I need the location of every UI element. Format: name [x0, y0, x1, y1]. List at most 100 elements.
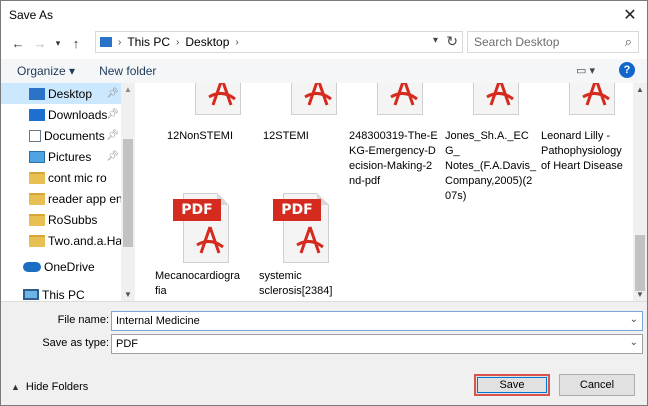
sidebar-item-this-pc[interactable]: This PC [1, 284, 121, 301]
navigation-pane: Desktop 📌︎ Downloads 📌︎ Documents 📌︎ Pic… [1, 83, 135, 301]
sidebar-item-cont-mic-ro[interactable]: cont mic ro [1, 167, 121, 188]
file-name-label: 12STEMI [263, 130, 309, 142]
pdf-badge: PDF [173, 199, 221, 221]
sidebar-item-downloads[interactable]: Downloads 📌︎ [1, 104, 121, 125]
close-icon[interactable]: ✕ [613, 1, 647, 29]
file-name-label: Jones_Sh.A._ECG_ Notes_(F.A.Davis_ Company… [445, 130, 537, 202]
sidebar-item-label: Documents [44, 128, 105, 143]
save-type-row: Save as type: PDF ⌄ [1, 334, 647, 354]
refresh-icon[interactable]: ↻ [446, 33, 458, 50]
file-name-label: Mecanocardiogra fia [155, 270, 240, 297]
sidebar-item-reader-app-en[interactable]: reader app en [1, 188, 121, 209]
search-placeholder: Search Desktop [474, 35, 560, 49]
sidebar-item-desktop[interactable]: Desktop 📌︎ [1, 83, 121, 104]
file-name-field[interactable]: Internal Medicine ⌄ [111, 311, 643, 331]
sidebar-item-label: This PC [42, 287, 85, 302]
scroll-up-icon[interactable]: ▲ [124, 85, 132, 94]
onedrive-icon [23, 261, 41, 272]
save-type-label: Save as type: [42, 337, 109, 349]
up-arrow-icon[interactable]: ↑ [65, 32, 87, 54]
folder-icon [29, 234, 45, 247]
pin-icon[interactable]: 📌︎ [106, 151, 119, 162]
pdf-file-icon [167, 83, 259, 115]
hide-folders-button[interactable]: ▲ Hide Folders [11, 381, 88, 393]
sidebar-item-rosubbs[interactable]: RoSubbs [1, 209, 121, 230]
documents-icon [29, 129, 41, 142]
chevron-right-icon[interactable]: › [235, 37, 238, 48]
file-name-label: File name: [57, 314, 109, 326]
pdf-file-icon [445, 83, 537, 115]
scrollbar-thumb[interactable] [635, 235, 645, 291]
cancel-button[interactable]: Cancel [559, 374, 635, 396]
breadcrumb-this-pc[interactable]: This PC [127, 35, 170, 49]
scrollbar-thumb[interactable] [123, 139, 133, 247]
chevron-right-icon: › [118, 36, 122, 48]
back-arrow-icon[interactable]: ← [7, 32, 29, 54]
sidebar-item-two-and-a-half[interactable]: Two.and.a.Half.M [1, 230, 121, 251]
organize-button[interactable]: Organize ▾ [17, 64, 75, 78]
search-icon[interactable]: ⌕ [625, 34, 632, 50]
sidebar-item-label: OneDrive [44, 259, 95, 274]
this-pc-icon [23, 289, 39, 300]
file-name-label: Leonard Lilly - Pathophysiology of Heart D… [541, 130, 623, 172]
pdf-file-icon: PDF [155, 193, 247, 263]
window-title: Save As [9, 8, 54, 22]
file-list-scrollbar[interactable]: ▲ ▼ [633, 83, 647, 301]
scroll-down-icon[interactable]: ▼ [636, 290, 644, 299]
pdf-file-icon: PDF [255, 193, 347, 263]
sidebar-item-label: Pictures [48, 149, 92, 164]
chevron-down-icon[interactable]: ⌄ [630, 314, 638, 325]
forward-arrow-icon[interactable]: → [29, 32, 51, 54]
file-name-value: Internal Medicine [116, 315, 200, 327]
title-bar: Save As ✕ [1, 1, 647, 29]
file-name-label: 248300319-The-E KG-Emergency-D ecision-Mak… [349, 130, 438, 187]
breadcrumb-desktop[interactable]: Desktop [185, 35, 229, 49]
save-options-panel: File name: Internal Medicine ⌄ Save as t… [1, 301, 647, 405]
pin-icon[interactable]: 📌︎ [106, 88, 119, 99]
save-as-dialog: Save As ✕ ← → ▾ ↑ › This PC › Desktop › … [0, 0, 648, 406]
pdf-file-icon [349, 83, 441, 115]
command-bar: Organize ▾ New folder ▭ ▾ ? [1, 59, 647, 83]
chevron-right-icon: › [176, 36, 180, 48]
save-button[interactable]: Save [474, 374, 550, 396]
file-name-label: systemic sclerosis[2384] [259, 270, 333, 297]
sidebar-item-label: Downloads [48, 107, 108, 122]
pdf-file-icon [541, 83, 633, 115]
scroll-up-icon[interactable]: ▲ [636, 85, 644, 94]
chevron-down-icon[interactable]: ▾ [51, 32, 65, 54]
location-icon [100, 37, 112, 47]
scroll-down-icon[interactable]: ▼ [124, 290, 132, 299]
view-options-icon[interactable]: ▭ ▾ [576, 64, 595, 77]
desktop-folder-icon [29, 87, 45, 100]
address-bar[interactable]: › This PC › Desktop › ▾ ↻ [95, 31, 463, 53]
address-dropdown-icon[interactable]: ▾ [433, 35, 438, 46]
pdf-badge: PDF [273, 199, 321, 221]
navigation-scrollbar[interactable]: ▲ ▼ [121, 83, 135, 301]
downloads-icon [29, 108, 45, 121]
sidebar-item-documents[interactable]: Documents 📌︎ [1, 125, 121, 146]
pdf-file-icon [263, 83, 355, 115]
save-type-select[interactable]: PDF ⌄ [111, 334, 643, 354]
folder-icon [29, 192, 45, 205]
sidebar-item-label: reader app en [48, 191, 121, 206]
file-name-label: 12NonSTEMI [167, 130, 234, 142]
file-list: 12NonSTEMI 12STEMI 248300319-The-E KG-Eme… [139, 83, 633, 301]
organize-label: Organize [17, 64, 66, 78]
search-input[interactable]: Search Desktop ⌕ [467, 31, 639, 53]
sidebar-item-label: Desktop [48, 86, 93, 101]
pictures-icon [29, 150, 45, 163]
sidebar-item-onedrive[interactable]: OneDrive [1, 256, 121, 277]
pin-icon[interactable]: 📌︎ [106, 130, 119, 141]
help-icon[interactable]: ? [619, 62, 635, 78]
new-folder-button[interactable]: New folder [99, 64, 156, 78]
pin-icon[interactable]: 📌︎ [106, 109, 119, 120]
navigation-bar: ← → ▾ ↑ › This PC › Desktop › ▾ ↻ Search… [1, 29, 647, 57]
sidebar-item-label: cont mic ro [48, 170, 107, 185]
folder-icon [29, 171, 45, 184]
chevron-down-icon[interactable]: ⌄ [630, 337, 638, 348]
chevron-up-icon: ▲ [11, 382, 20, 392]
sidebar-item-pictures[interactable]: Pictures 📌︎ [1, 146, 121, 167]
folder-icon [29, 213, 45, 226]
sidebar-item-label: Two.and.a.Half.M [48, 233, 121, 248]
save-type-value: PDF [116, 338, 138, 350]
